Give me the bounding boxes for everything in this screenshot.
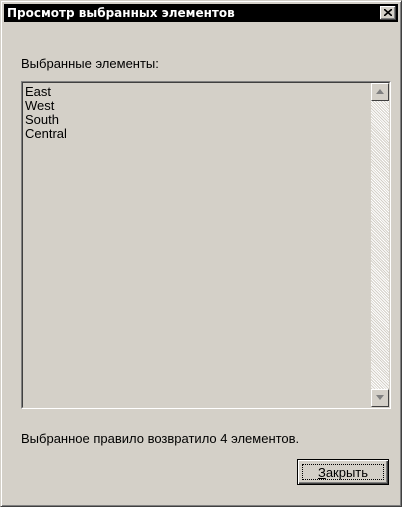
title-close-button[interactable] [380, 6, 396, 20]
scroll-up-arrow-icon [376, 89, 384, 94]
dialog-window: Просмотр выбранных элементов Выбранные э… [0, 0, 402, 507]
selected-items-listbox[interactable]: East West South Central [21, 81, 391, 409]
scroll-up-button[interactable] [371, 83, 389, 101]
scroll-down-button[interactable] [371, 389, 389, 407]
vertical-scrollbar[interactable] [371, 83, 389, 407]
close-button-label-rest: акрыть [325, 465, 369, 480]
status-text: Выбранное правило возвратило 4 элементов… [21, 431, 300, 446]
close-icon [384, 9, 392, 16]
list-item[interactable]: East [25, 85, 367, 99]
scroll-down-arrow-icon [376, 395, 384, 400]
close-button[interactable]: Закрыть [297, 459, 389, 485]
list-item[interactable]: Central [25, 127, 367, 141]
title-bar[interactable]: Просмотр выбранных элементов [4, 4, 398, 22]
close-button-mnemonic: З [317, 465, 326, 480]
window-title: Просмотр выбранных элементов [7, 6, 235, 20]
close-button-label: Закрыть [298, 465, 388, 480]
list-item[interactable]: West [25, 99, 367, 113]
selected-items-label: Выбранные элементы: [21, 56, 159, 71]
list-item[interactable]: South [25, 113, 367, 127]
list-items: East West South Central [25, 85, 367, 141]
